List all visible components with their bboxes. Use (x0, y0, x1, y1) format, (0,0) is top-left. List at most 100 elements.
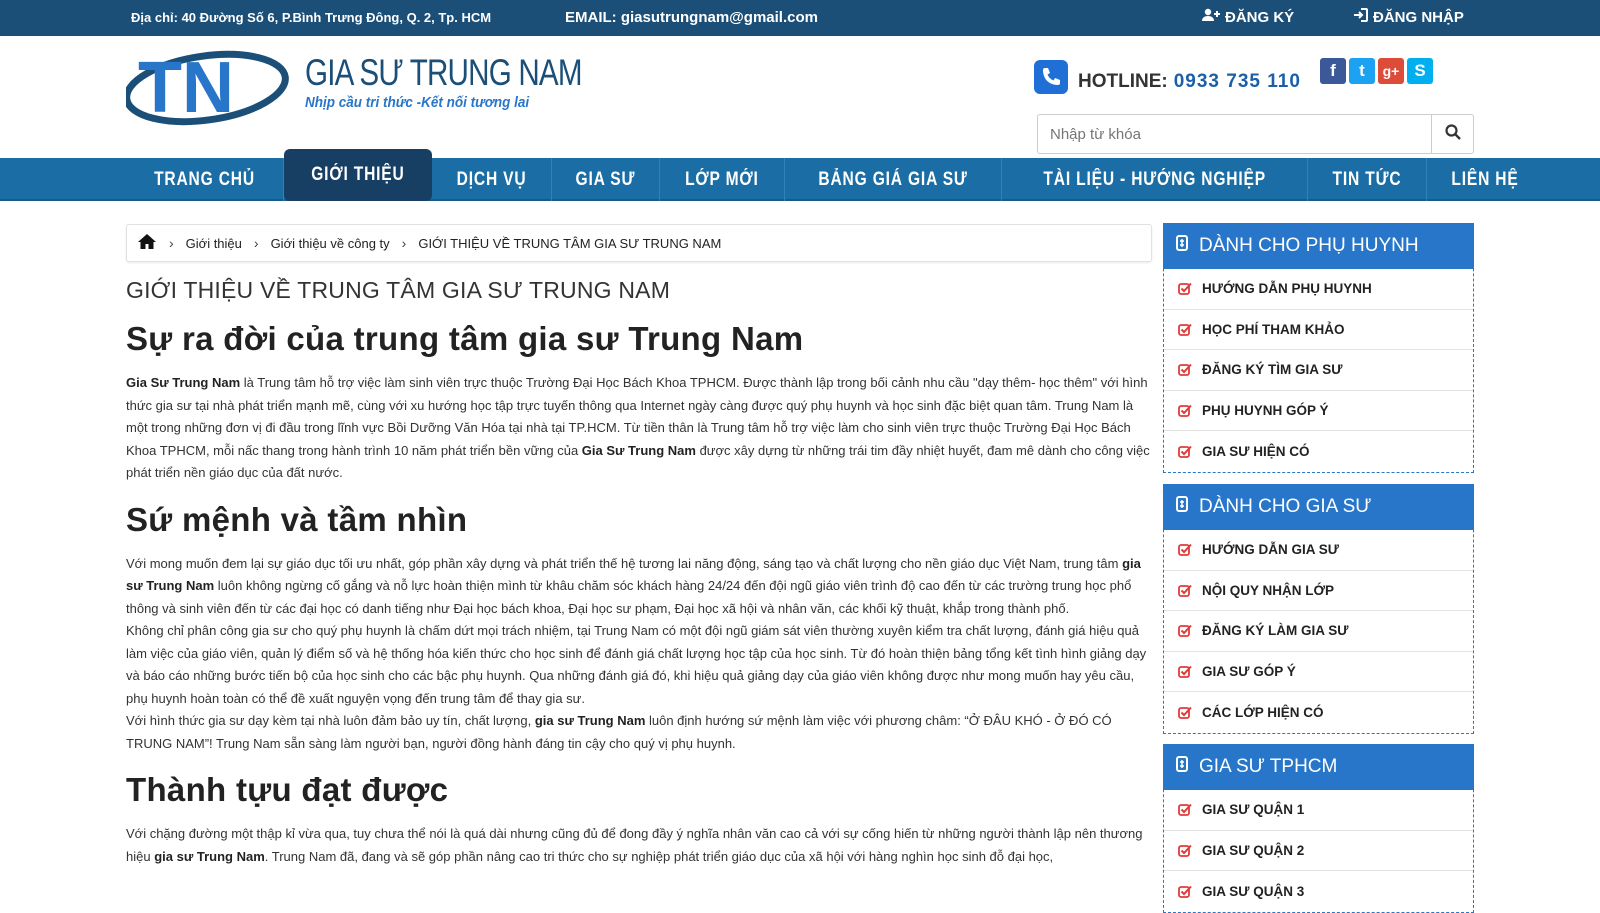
check-square-icon (1178, 543, 1192, 557)
sidebar-link-label: ĐĂNG KÝ LÀM GIA SƯ (1202, 623, 1349, 639)
hotline-label: HOTLINE: (1078, 71, 1168, 92)
sidebar-link[interactable]: PHỤ HUYNH GÓP Ý (1164, 391, 1473, 431)
nav-item-services[interactable]: DỊCH VỤ (432, 158, 552, 201)
money-icon (1175, 234, 1189, 258)
nav-item-about[interactable]: GIỚI THIỆU (284, 149, 432, 201)
sidebar-link-label: HƯỚNG DẪN PHỤ HUYNH (1202, 281, 1372, 297)
sidebar-link[interactable]: HƯỚNG DẪN GIA SƯ (1164, 530, 1473, 571)
facebook-icon[interactable]: f (1320, 58, 1346, 84)
add-user-icon (1202, 8, 1220, 26)
phone-icon (1034, 60, 1068, 94)
chevron-right-icon: › (253, 235, 259, 251)
sidebar-box-title-text: DÀNH CHO GIA SƯ (1199, 496, 1372, 517)
sidebar-box: DÀNH CHO PHỤ HUYNH HƯỚNG DẪN PHỤ HUYNH HỌC… (1163, 223, 1474, 473)
sidebar-link-label: HƯỚNG DẪN GIA SƯ (1202, 542, 1339, 558)
google-plus-icon[interactable]: g+ (1378, 58, 1404, 84)
logo-text[interactable]: GIA SƯ TRUNG NAM Nhịp cầu tri thức -Kết … (305, 52, 651, 111)
home-icon[interactable] (137, 233, 157, 253)
sidebar-link[interactable]: CÁC LỚP HIỆN CÓ (1164, 692, 1473, 733)
email-text[interactable]: EMAIL: giasutrungnam@gmail.com (565, 9, 818, 26)
brand-slogan: Nhịp cầu tri thức -Kết nối tương lai (305, 94, 530, 111)
nav-item-home[interactable]: TRANG CHỦ (126, 158, 284, 201)
sidebar-link-label: NỘI QUY NHẬN LỚP (1202, 582, 1335, 598)
sidebar-link[interactable]: GIA SƯ GÓP Ý (1164, 652, 1473, 692)
nav-item-contact[interactable]: LIÊN HỆ (1427, 158, 1543, 201)
main-nav: TRANG CHỦ GIỚI THIỆU DỊCH VỤ GIA SƯ LỚP … (0, 149, 1600, 201)
brand-name: GIA SƯ TRUNG NAM (305, 52, 583, 93)
sidebar-link-label: PHỤ HUYNH GÓP Ý (1202, 402, 1329, 418)
check-square-icon (1178, 404, 1192, 417)
sidebar-box-title-text: DÀNH CHO PHỤ HUYNH (1199, 235, 1419, 256)
sidebar-link-label: GIA SƯ GÓP Ý (1202, 663, 1296, 679)
twitter-icon[interactable]: t (1349, 58, 1375, 84)
check-square-icon (1178, 363, 1192, 377)
sidebar-link[interactable]: GIA SƯ HIỆN CÓ (1164, 431, 1473, 472)
breadcrumb-item-current: GIỚI THIỆU VỀ TRUNG TÂM GIA SƯ TRUNG NAM (418, 235, 722, 251)
sidebar-link[interactable]: HỌC PHÍ THAM KHẢO (1164, 310, 1473, 350)
check-square-icon (1178, 624, 1192, 638)
sidebar-box-title: GIA SƯ TPHCM (1163, 744, 1474, 790)
search-button[interactable] (1431, 115, 1473, 153)
money-icon (1175, 495, 1189, 519)
sidebar-box: GIA SƯ TPHCM GIA SƯ QUẬN 1 GIA SƯ QUẬN 2 GI… (1163, 744, 1474, 913)
hotline[interactable]: HOTLINE: 0933 735 110 (1034, 60, 1301, 94)
sidebar-link[interactable]: HƯỚNG DẪN PHỤ HUYNH (1164, 269, 1473, 310)
top-bar: Địa chỉ: 40 Đường Số 6, P.Bình Trưng Đôn… (0, 0, 1600, 36)
register-link[interactable]: ĐĂNG KÝ (1202, 8, 1294, 26)
chevron-right-icon: › (169, 235, 174, 251)
paragraph: Với hình thức gia sư dạy kèm tại nhà luô… (126, 713, 1112, 751)
sidebar-link-label: ĐĂNG KÝ TÌM GIA SƯ (1202, 362, 1343, 378)
search-box (1037, 114, 1474, 154)
section-heading-mission: Sứ mệnh và tầm nhìn (126, 500, 468, 538)
nav-item-news[interactable]: TIN TỨC (1308, 158, 1427, 201)
page-title: GIỚI THIỆU VỀ TRUNG TÂM GIA SƯ TRUNG NAM (126, 277, 671, 303)
sidebar-link-label: GIA SƯ QUẬN 1 (1202, 802, 1305, 818)
section-heading-achievements: Thành tựu đạt được (126, 771, 449, 808)
search-icon (1444, 123, 1461, 145)
sidebar-box: DÀNH CHO GIA SƯ HƯỚNG DẪN GIA SƯ NỘI QUY N… (1163, 484, 1474, 734)
login-label: ĐĂNG NHẬP (1373, 8, 1464, 26)
check-square-icon (1178, 584, 1192, 597)
sidebar-link-label: GIA SƯ QUẬN 3 (1202, 883, 1305, 899)
breadcrumb-item-company[interactable]: Giới thiệu về công ty (271, 236, 390, 251)
search-input[interactable] (1038, 115, 1431, 153)
paragraph: Gia Sư Trung Nam là Trung tâm hỗ trợ việ… (126, 375, 1150, 480)
article: GIỚI THIỆU VỀ TRUNG TÂM GIA SƯ TRUNG NAM… (126, 275, 1152, 868)
sign-in-icon (1353, 8, 1368, 26)
chevron-right-icon: › (401, 235, 407, 251)
hotline-number[interactable]: 0933 735 110 (1174, 71, 1301, 93)
sidebar-link-label: HỌC PHÍ THAM KHẢO (1202, 321, 1345, 337)
money-icon (1175, 755, 1189, 779)
check-square-icon (1178, 323, 1192, 336)
nav-item-documents[interactable]: TÀI LIỆU - HƯỚNG NGHIỆP (1002, 158, 1308, 201)
sidebar-box-title: DÀNH CHO GIA SƯ (1163, 484, 1474, 530)
sidebar-link-label: GIA SƯ QUẬN 2 (1202, 842, 1305, 858)
nav-item-pricing[interactable]: BẢNG GIÁ GIA SƯ (785, 158, 1002, 201)
social-links: f t g+ S (1320, 58, 1433, 84)
breadcrumb-item-about[interactable]: Giới thiệu (186, 236, 242, 251)
login-link[interactable]: ĐĂNG NHẬP (1353, 8, 1464, 26)
sidebar-link[interactable]: NỘI QUY NHẬN LỚP (1164, 571, 1473, 611)
sidebar-link[interactable]: GIA SƯ QUẬN 2 (1164, 831, 1473, 871)
check-square-icon (1178, 844, 1192, 857)
paragraph: Với chặng đường một thập kỉ vừa qua, tuy… (126, 826, 1143, 864)
sidebar-link[interactable]: GIA SƯ QUẬN 1 (1164, 790, 1473, 831)
nav-item-tutors[interactable]: GIA SƯ (552, 158, 660, 201)
paragraph: Không chỉ phân công gia sư cho quý phụ h… (126, 623, 1147, 706)
sidebar-link[interactable]: GIA SƯ QUẬN 3 (1164, 871, 1473, 912)
sidebar-link[interactable]: ĐĂNG KÝ LÀM GIA SƯ (1164, 611, 1473, 652)
check-square-icon (1178, 445, 1192, 458)
check-square-icon (1178, 803, 1192, 817)
check-square-icon (1178, 665, 1192, 678)
check-square-icon (1178, 706, 1192, 719)
nav-item-new-classes[interactable]: LỚP MỚI (660, 158, 785, 201)
sidebar-box-title-text: GIA SƯ TPHCM (1199, 756, 1338, 777)
section-heading-birth: Sự ra đời của trung tâm gia sư Trung Nam (126, 320, 804, 357)
sidebar-link[interactable]: ĐĂNG KÝ TÌM GIA SƯ (1164, 350, 1473, 391)
check-square-icon (1178, 282, 1192, 296)
sidebar-link-label: CÁC LỚP HIỆN CÓ (1202, 704, 1324, 720)
address-text: Địa chỉ: 40 Đường Số 6, P.Bình Trưng Đôn… (131, 10, 492, 25)
skype-icon[interactable]: S (1407, 58, 1433, 84)
breadcrumb: › Giới thiệu › Giới thiệu về công ty › G… (126, 224, 1152, 262)
check-square-icon (1178, 885, 1192, 898)
